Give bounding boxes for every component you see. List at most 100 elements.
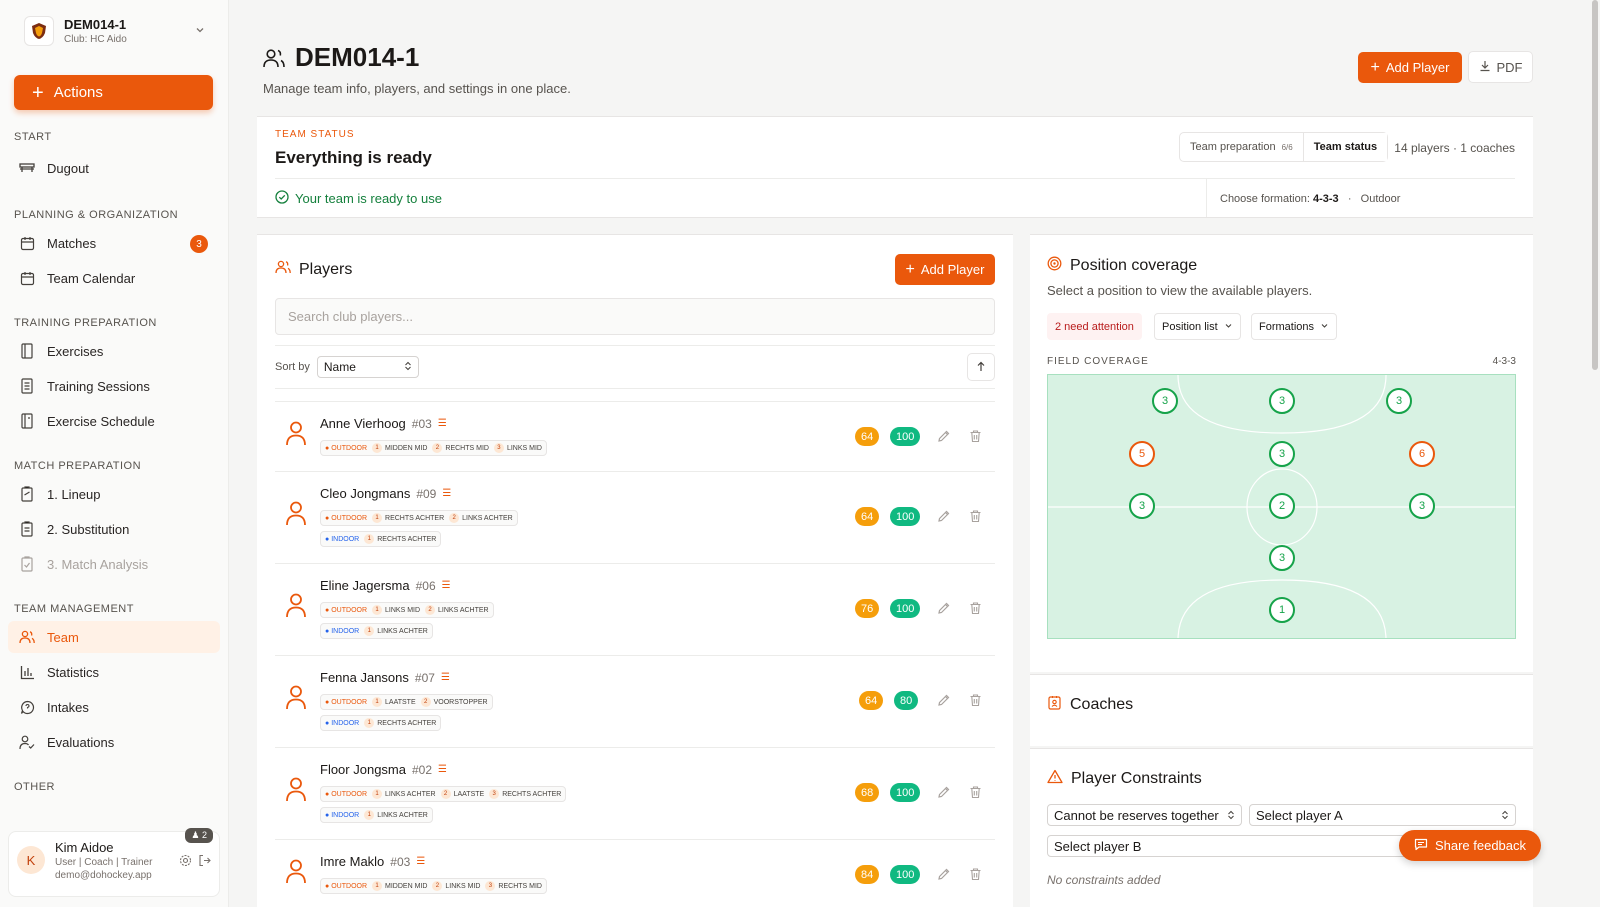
position-tag: 1 LINKS ACHTER xyxy=(364,810,428,820)
user-count-badge: ♟ 2 xyxy=(185,828,213,843)
positions-indoor: ● INDOOR 1 RECHTS ACHTER xyxy=(320,531,442,547)
clipboard-check-icon xyxy=(19,556,35,572)
position-marker[interactable]: 1 xyxy=(1269,597,1295,623)
sidebar-item-lineup[interactable]: 1. Lineup xyxy=(8,478,220,510)
player-a-select[interactable]: Select player A xyxy=(1249,804,1516,826)
position-tag: 1 LINKS ACHTER xyxy=(372,789,436,799)
users-icon xyxy=(275,260,291,279)
actions-button[interactable]: + Actions xyxy=(14,75,213,110)
search-input[interactable]: Search club players... xyxy=(275,298,995,335)
position-tag: 1 MIDDEN MID xyxy=(372,881,427,891)
player-number: #06 xyxy=(415,578,436,593)
position-list-dropdown[interactable]: Position list xyxy=(1154,313,1241,340)
sidebar-item-team-calendar[interactable]: Team Calendar xyxy=(8,262,220,294)
sidebar-item-evaluations[interactable]: Evaluations xyxy=(8,726,220,758)
position-marker[interactable]: 3 xyxy=(1152,388,1178,414)
position-name: LINKS ACHTER xyxy=(438,606,489,614)
trash-icon[interactable] xyxy=(969,785,982,802)
chevron-down-icon xyxy=(194,24,206,39)
divider xyxy=(275,178,1515,179)
trash-icon[interactable] xyxy=(969,693,982,710)
pencil-icon[interactable] xyxy=(937,429,951,446)
score-badge-rating: 84 xyxy=(855,865,880,884)
position-marker[interactable]: 3 xyxy=(1129,493,1155,519)
position-marker[interactable]: 6 xyxy=(1409,441,1435,467)
user-card[interactable]: K Kim Aidoe User | Coach | Trainer demo@… xyxy=(8,828,220,897)
position-marker[interactable]: 3 xyxy=(1269,388,1295,414)
tab-label: Team preparation xyxy=(1190,141,1276,153)
pencil-icon[interactable] xyxy=(937,509,951,526)
context-text: OUTDOOR xyxy=(331,444,368,452)
player-row[interactable]: Fenna Jansons #07 ☰ ● OUTDOOR 1 LAATSTE 2 VOORS… xyxy=(275,655,995,747)
pencil-icon[interactable] xyxy=(937,693,951,710)
sidebar-item-substitution[interactable]: 2. Substitution xyxy=(8,513,220,545)
user-icon xyxy=(285,776,307,805)
position-marker[interactable]: 5 xyxy=(1129,441,1155,467)
context-text: OUTDOOR xyxy=(331,606,368,614)
player-row[interactable]: Cleo Jongmans #09 ☰ ● OUTDOOR 1 RECHTS ACHTER… xyxy=(275,471,995,563)
sidebar-item-training-sessions[interactable]: Training Sessions xyxy=(8,370,220,402)
player-row[interactable]: Eline Jagersma #06 ☰ ● OUTDOOR 1 LINKS MID 2 LI… xyxy=(275,563,995,655)
sidebar-item-matches[interactable]: Matches 3 xyxy=(8,227,220,259)
tab-team-preparation[interactable]: Team preparation 6/6 xyxy=(1180,133,1303,161)
player-name: Anne Vierhoog xyxy=(320,416,406,431)
pdf-button[interactable]: PDF xyxy=(1468,51,1533,83)
share-feedback-button[interactable]: Share feedback xyxy=(1399,830,1541,861)
tab-progress: 6/6 xyxy=(1281,142,1293,152)
list-document-icon xyxy=(19,378,35,394)
sidebar-item-intakes[interactable]: Intakes xyxy=(8,691,220,723)
sidebar-item-label: Intakes xyxy=(47,699,89,715)
position-rank: 2 xyxy=(440,789,451,799)
sidebar-item-statistics[interactable]: Statistics xyxy=(8,656,220,688)
team-switcher[interactable]: DEM014-1 Club: HC Aido xyxy=(24,14,206,48)
trash-icon[interactable] xyxy=(969,601,982,618)
player-number: #02 xyxy=(411,762,433,777)
sidebar-item-exercise-schedule[interactable]: Exercise Schedule xyxy=(8,405,220,437)
position-rank: 1 xyxy=(364,810,375,820)
trash-icon[interactable] xyxy=(969,429,982,446)
scrollbar[interactable] xyxy=(1592,0,1598,370)
position-marker[interactable]: 3 xyxy=(1409,493,1435,519)
sidebar-item-exercises[interactable]: Exercises xyxy=(8,335,220,367)
position-marker[interactable]: 2 xyxy=(1269,493,1295,519)
logout-icon[interactable] xyxy=(198,854,211,870)
pencil-icon[interactable] xyxy=(937,785,951,802)
position-rank: 1 xyxy=(364,718,375,728)
trash-icon[interactable] xyxy=(969,867,982,884)
sidebar-item-match-analysis[interactable]: 3. Match Analysis xyxy=(8,548,220,580)
tab-team-status[interactable]: Team status xyxy=(1302,133,1388,161)
sidebar-item-dugout[interactable]: Dugout xyxy=(8,152,220,184)
gear-icon[interactable] xyxy=(179,854,192,870)
context-label: ● INDOOR xyxy=(325,811,360,819)
section-planning: PLANNING & ORGANIZATION xyxy=(14,209,179,221)
download-icon xyxy=(1479,60,1491,75)
plus-icon: + xyxy=(905,260,915,278)
user-roles: User | Coach | Trainer xyxy=(55,857,153,868)
sidebar-item-label: Statistics xyxy=(47,664,100,680)
formation-chooser[interactable]: Choose formation: 4-3-3 · Outdoor xyxy=(1220,193,1400,205)
add-player-button[interactable]: + Add Player xyxy=(1358,52,1462,83)
sort-direction-button[interactable] xyxy=(967,353,995,381)
avatar: K xyxy=(17,846,45,874)
add-player-button[interactable]: + Add Player xyxy=(895,254,995,285)
player-row[interactable]: Floor Jongsma #02 ☰ ● OUTDOOR 1 LINKS ACHTER 2… xyxy=(275,747,995,839)
player-row[interactable]: Imre Maklo #03 ☰ ● OUTDOOR 1 MIDDEN MID 2 LINKS… xyxy=(275,839,995,907)
list-icon: ☰ xyxy=(440,672,450,683)
position-marker[interactable]: 3 xyxy=(1386,388,1412,414)
player-row[interactable]: Anne Vierhoog #03 ☰ ● OUTDOOR 1 MIDDEN MID 2 RE… xyxy=(275,401,995,471)
formations-dropdown[interactable]: Formations xyxy=(1251,313,1338,340)
pencil-icon[interactable] xyxy=(937,867,951,884)
context-label: ● OUTDOOR xyxy=(325,606,368,614)
sort-select[interactable]: Name xyxy=(316,356,419,378)
formation-value: 4-3-3 xyxy=(1312,193,1339,205)
main-content: DEM014-1 Manage team info, players, and … xyxy=(229,0,1600,907)
pencil-icon[interactable] xyxy=(937,601,951,618)
constraint-type-select[interactable]: Cannot be reserves together xyxy=(1047,804,1242,826)
sort-bar: Sort by Name xyxy=(275,345,995,389)
sidebar-item-label: Matches xyxy=(47,235,97,251)
position-marker[interactable]: 3 xyxy=(1269,545,1295,571)
position-marker[interactable]: 3 xyxy=(1269,441,1295,467)
trash-icon[interactable] xyxy=(969,509,982,526)
clipboard-icon xyxy=(19,521,35,537)
sidebar-item-team[interactable]: Team xyxy=(8,621,220,653)
